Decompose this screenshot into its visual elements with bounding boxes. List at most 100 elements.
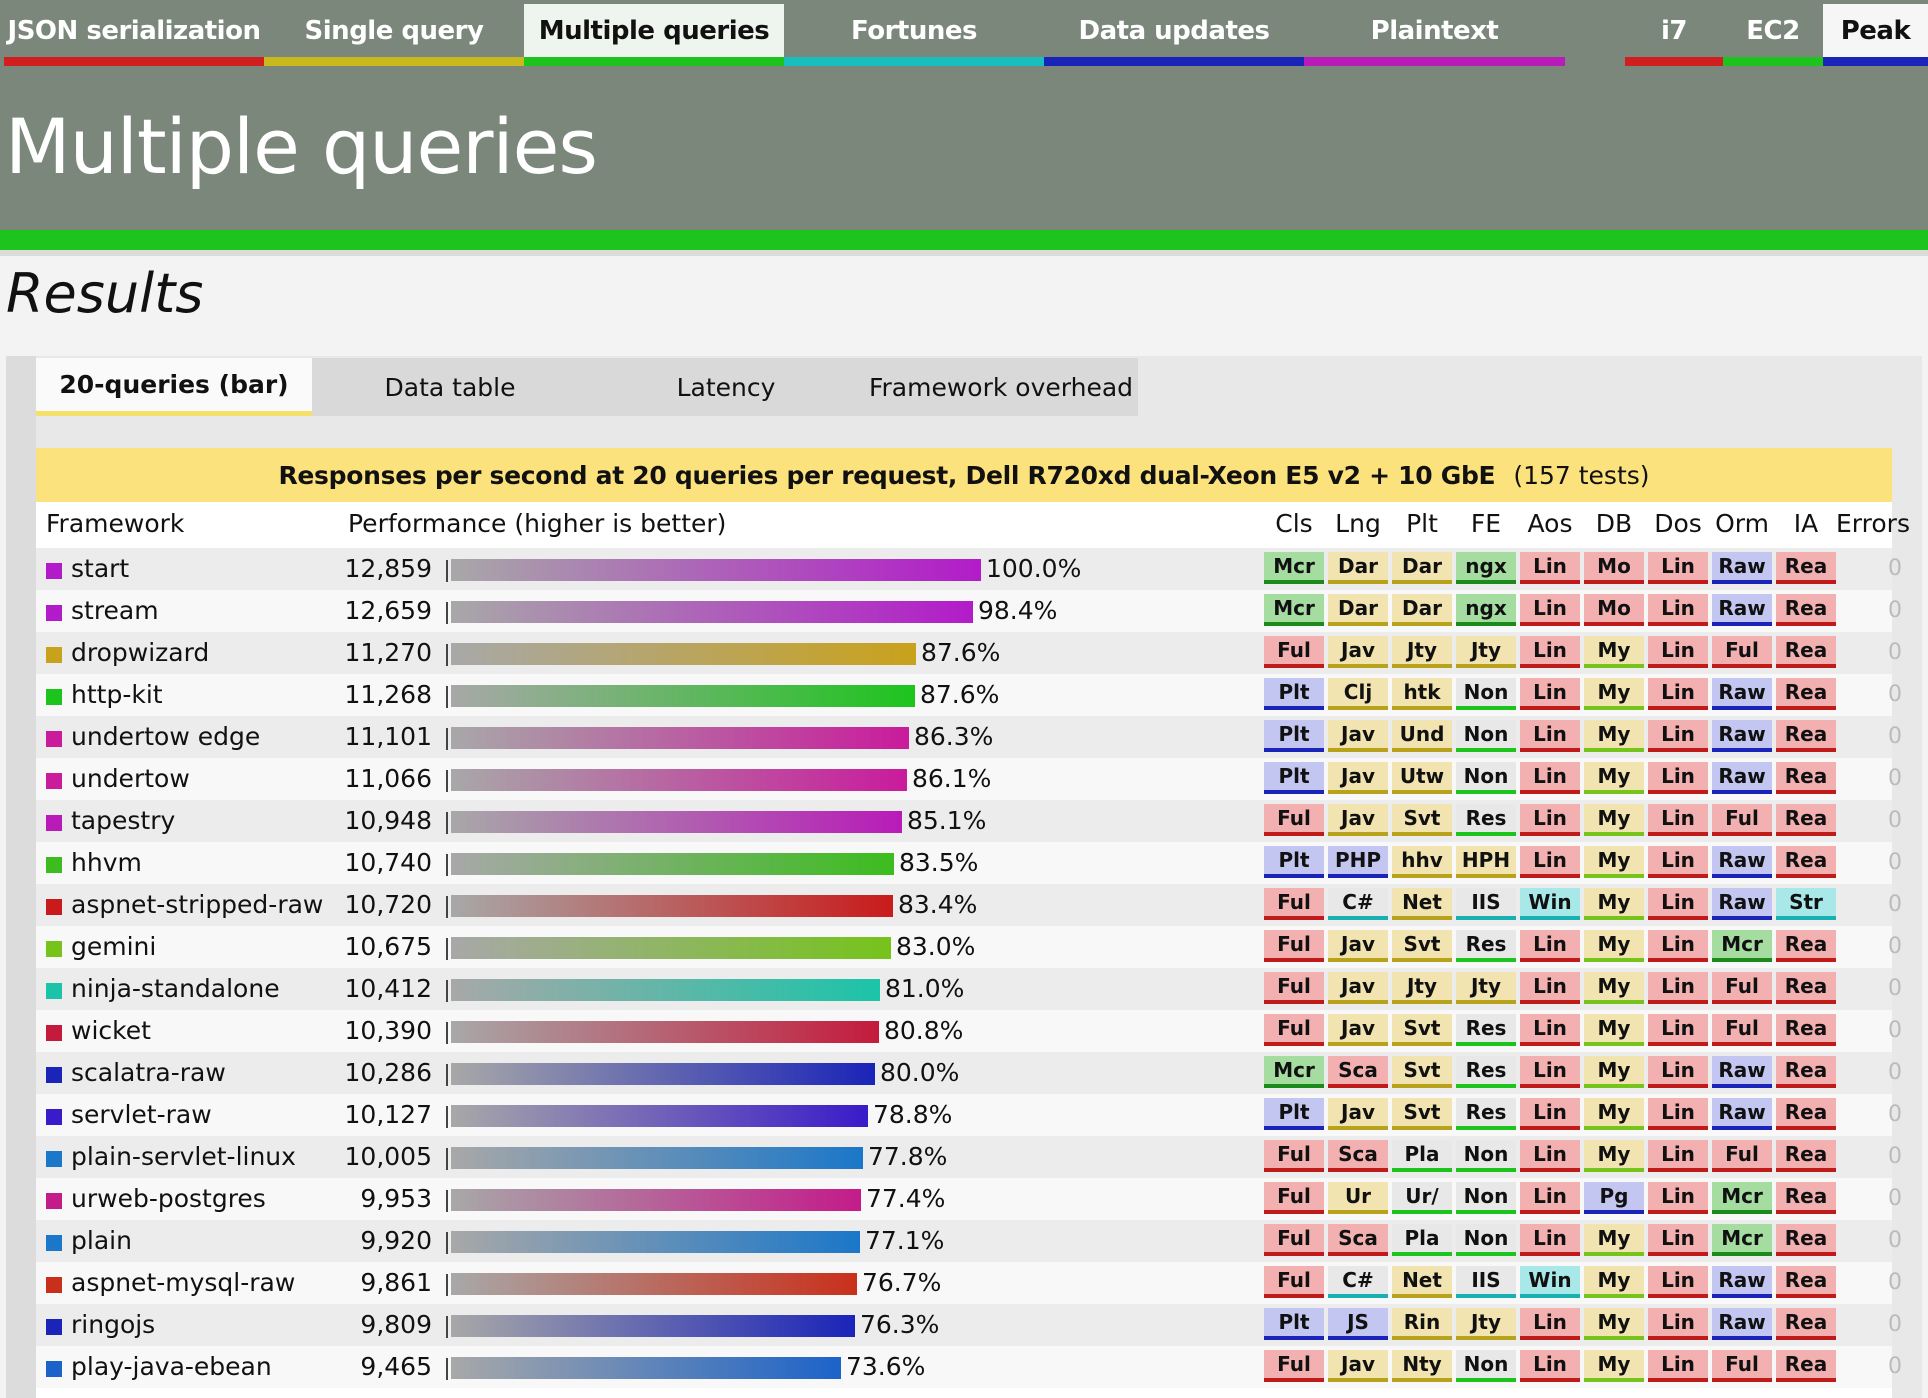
nav-spacer	[1565, 0, 1625, 74]
attr-badge-cls: Ful	[1264, 1014, 1324, 1046]
column-header-attr-ia[interactable]: IA	[1774, 502, 1838, 546]
chart-row[interactable]: hhvm 10,740 83.5% Plt PHP hhv HPH Lin My Lin Raw Re…	[36, 842, 1902, 884]
responses-per-second: 9,920	[360, 1226, 432, 1255]
chart-row[interactable]: wicket 10,390 80.8% Ful Jav Svt Res Lin My Lin Ful…	[36, 1010, 1902, 1052]
attr-badge-lng: Jav	[1328, 1350, 1388, 1382]
chart-row[interactable]: ringojs 9,809 76.3% Plt JS Rin Jty Lin My Lin Raw R…	[36, 1304, 1902, 1346]
attr-badge-orm: Raw	[1712, 1056, 1772, 1088]
column-header-attr-cls[interactable]: Cls	[1262, 502, 1326, 546]
column-header-attr-plt[interactable]: Plt	[1390, 502, 1454, 546]
attr-badge-lng: Dar	[1328, 552, 1388, 584]
attr-badge-plt: Net	[1392, 888, 1452, 920]
chart-row[interactable]: plain-servlet-linux 10,005 77.8% Ful Sca Pla N…	[36, 1136, 1902, 1178]
chart-row[interactable]: servlet-raw 10,127 78.8% Plt Jav Svt Res Lin My L…	[36, 1094, 1902, 1136]
framework-name: http-kit	[71, 680, 163, 709]
attr-badge-db: Mo	[1584, 552, 1644, 584]
column-header-attr-dos[interactable]: Dos	[1646, 502, 1710, 546]
attr-badge-fe: Res	[1456, 1056, 1516, 1088]
responses-per-second: 10,720	[344, 890, 432, 919]
framework-name: plain-servlet-linux	[71, 1142, 296, 1171]
attr-badge-plt: Svt	[1392, 804, 1452, 836]
top-navigation: JSON serialization Single query Multiple…	[0, 0, 1928, 74]
column-header-attr-orm[interactable]: Orm	[1710, 502, 1774, 546]
attr-badge-aos: Lin	[1520, 636, 1580, 668]
subtab-latency[interactable]: Latency	[588, 358, 864, 416]
tab-hardware-peak[interactable]: Peak	[1823, 4, 1928, 66]
chart-row[interactable]: play-java-ebean 9,465 73.6% Ful Jav Nty Non Lin…	[36, 1346, 1902, 1388]
column-header-attr-aos[interactable]: Aos	[1518, 502, 1582, 546]
attr-badge-plt: Svt	[1392, 930, 1452, 962]
column-header-errors[interactable]: Errors	[1836, 502, 1910, 546]
framework-color-swatch	[46, 689, 62, 705]
tab-hardware-ec2[interactable]: EC2	[1723, 4, 1823, 66]
performance-percent: 83.4%	[898, 890, 978, 919]
responses-per-second: 10,005	[344, 1142, 432, 1171]
error-count: 0	[1888, 682, 1902, 707]
chart-row[interactable]: gemini 10,675 83.0% Ful Jav Svt Res Lin My Lin Mcr…	[36, 926, 1902, 968]
tab-multiple-queries[interactable]: Multiple queries	[524, 4, 784, 66]
attr-badge-cls: Ful	[1264, 1182, 1324, 1214]
subtab-20-queries-bar[interactable]: 20-queries (bar)	[36, 358, 312, 416]
subtab-framework-overhead[interactable]: Framework overhead	[864, 358, 1138, 416]
error-count: 0	[1888, 598, 1902, 623]
attr-badge-orm: Raw	[1712, 846, 1772, 878]
performance-bar	[451, 979, 880, 1001]
responses-per-second: 11,270	[344, 638, 432, 667]
tab-json-serialization[interactable]: JSON serialization	[4, 4, 264, 66]
attr-badge-cls: Plt	[1264, 720, 1324, 752]
subtab-data-table[interactable]: Data table	[312, 358, 588, 416]
chart-row[interactable]: undertow edge 11,101 86.3% Plt Jav Und Non Lin M…	[36, 716, 1902, 758]
chart-row[interactable]: dropwizard 11,270 87.6% Ful Jav Jty Jty Lin My Li…	[36, 632, 1902, 674]
attr-badge-lng: Ur	[1328, 1182, 1388, 1214]
chart-row[interactable]: urweb-postgres 9,953 77.4% Ful Ur Ur/Non Lin Pg…	[36, 1178, 1902, 1220]
chart-row[interactable]: aspnet-mysql-raw 9,861 76.7% Ful C# Net IIS Win…	[36, 1262, 1902, 1304]
chart-row[interactable]: plain 9,920 77.1% Ful Sca Pla Non Lin My Lin Mcr Re…	[36, 1220, 1902, 1262]
attr-badge-plt: htk	[1392, 678, 1452, 710]
framework-name: urweb-postgres	[71, 1184, 266, 1213]
framework-color-swatch	[46, 899, 62, 915]
attr-badge-plt: Dar	[1392, 594, 1452, 626]
column-header-framework[interactable]: Framework	[46, 502, 184, 546]
chart-row[interactable]: aspnet-stripped-raw 10,720 83.4% Ful C# Net II…	[36, 884, 1902, 926]
tab-single-query[interactable]: Single query	[264, 4, 524, 66]
chart-row[interactable]: ninja-standalone 10,412 81.0% Ful Jav Jty Jty L…	[36, 968, 1902, 1010]
chart-row[interactable]: tapestry 10,948 85.1% Ful Jav Svt Res Lin My Lin F…	[36, 800, 1902, 842]
attr-badge-db: My	[1584, 930, 1644, 962]
performance-percent: 87.6%	[920, 680, 1000, 709]
framework-color-swatch	[46, 1319, 62, 1335]
attr-badge-dos: Lin	[1648, 1266, 1708, 1298]
performance-percent: 86.1%	[912, 764, 992, 793]
performance-percent: 87.6%	[921, 638, 1001, 667]
header-shadow	[0, 250, 1928, 256]
attr-badge-ia: Rea	[1776, 762, 1836, 794]
error-count: 0	[1888, 640, 1902, 665]
chart-row[interactable]: scalatra-raw 10,286 80.0% Mcr Sca Svt Res Lin My…	[36, 1052, 1902, 1094]
column-header-attr-fe[interactable]: FE	[1454, 502, 1518, 546]
chart-row[interactable]: stream 12,659 98.4% Mcr Dar Dar ngx Lin Mo Lin Raw…	[36, 590, 1902, 632]
framework-name: wicket	[71, 1016, 151, 1045]
column-header-performance[interactable]: Performance (higher is better)	[348, 502, 726, 546]
chart-row[interactable]: undertow 11,066 86.1% Plt Jav Utw Non Lin My Lin R…	[36, 758, 1902, 800]
framework-name: stream	[71, 596, 159, 625]
tab-fortunes[interactable]: Fortunes	[784, 4, 1044, 66]
column-header-attr-lng[interactable]: Lng	[1326, 502, 1390, 546]
attr-badge-cls: Ful	[1264, 972, 1324, 1004]
attr-badge-aos: Lin	[1520, 594, 1580, 626]
chart-row[interactable]: start 12,859 100.0% Mcr Dar Dar ngx Lin Mo Lin Raw…	[36, 548, 1902, 590]
tab-hardware-i7[interactable]: i7	[1625, 4, 1723, 66]
chart-row[interactable]: http-kit 11,268 87.6% Plt Clj htk Non Lin My Lin R…	[36, 674, 1902, 716]
framework-color-swatch	[46, 941, 62, 957]
error-count: 0	[1888, 850, 1902, 875]
responses-per-second: 10,127	[344, 1100, 432, 1129]
attr-badge-ia: Rea	[1776, 720, 1836, 752]
attr-badge-fe: Res	[1456, 1098, 1516, 1130]
tab-data-updates[interactable]: Data updates	[1044, 4, 1304, 66]
attr-badge-dos: Lin	[1648, 762, 1708, 794]
results-heading: Results	[6, 262, 204, 325]
attr-badge-ia: Rea	[1776, 972, 1836, 1004]
tab-plaintext[interactable]: Plaintext	[1304, 4, 1565, 66]
responses-per-second: 10,948	[344, 806, 432, 835]
performance-bar	[451, 1105, 868, 1127]
column-header-attr-db[interactable]: DB	[1582, 502, 1646, 546]
attr-badge-lng: Jav	[1328, 762, 1388, 794]
